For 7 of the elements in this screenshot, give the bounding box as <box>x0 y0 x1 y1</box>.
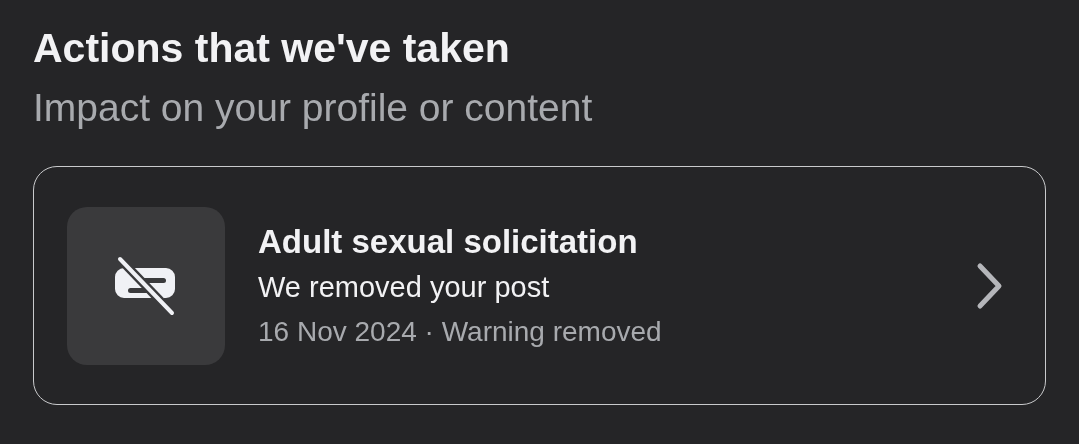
section-subtitle: Impact on your profile or content <box>33 85 594 132</box>
action-card[interactable]: Adult sexual solicitation We removed your post 16 Nov 2024 · Warning removed <box>33 166 1046 405</box>
hidden-message-icon <box>114 256 178 316</box>
action-meta: 16 Nov 2024 · Warning removed <box>258 315 663 350</box>
section-title: Actions that we've taken <box>33 24 511 73</box>
action-title: Adult sexual solicitation <box>258 222 639 263</box>
action-description: We removed your post <box>258 269 551 305</box>
